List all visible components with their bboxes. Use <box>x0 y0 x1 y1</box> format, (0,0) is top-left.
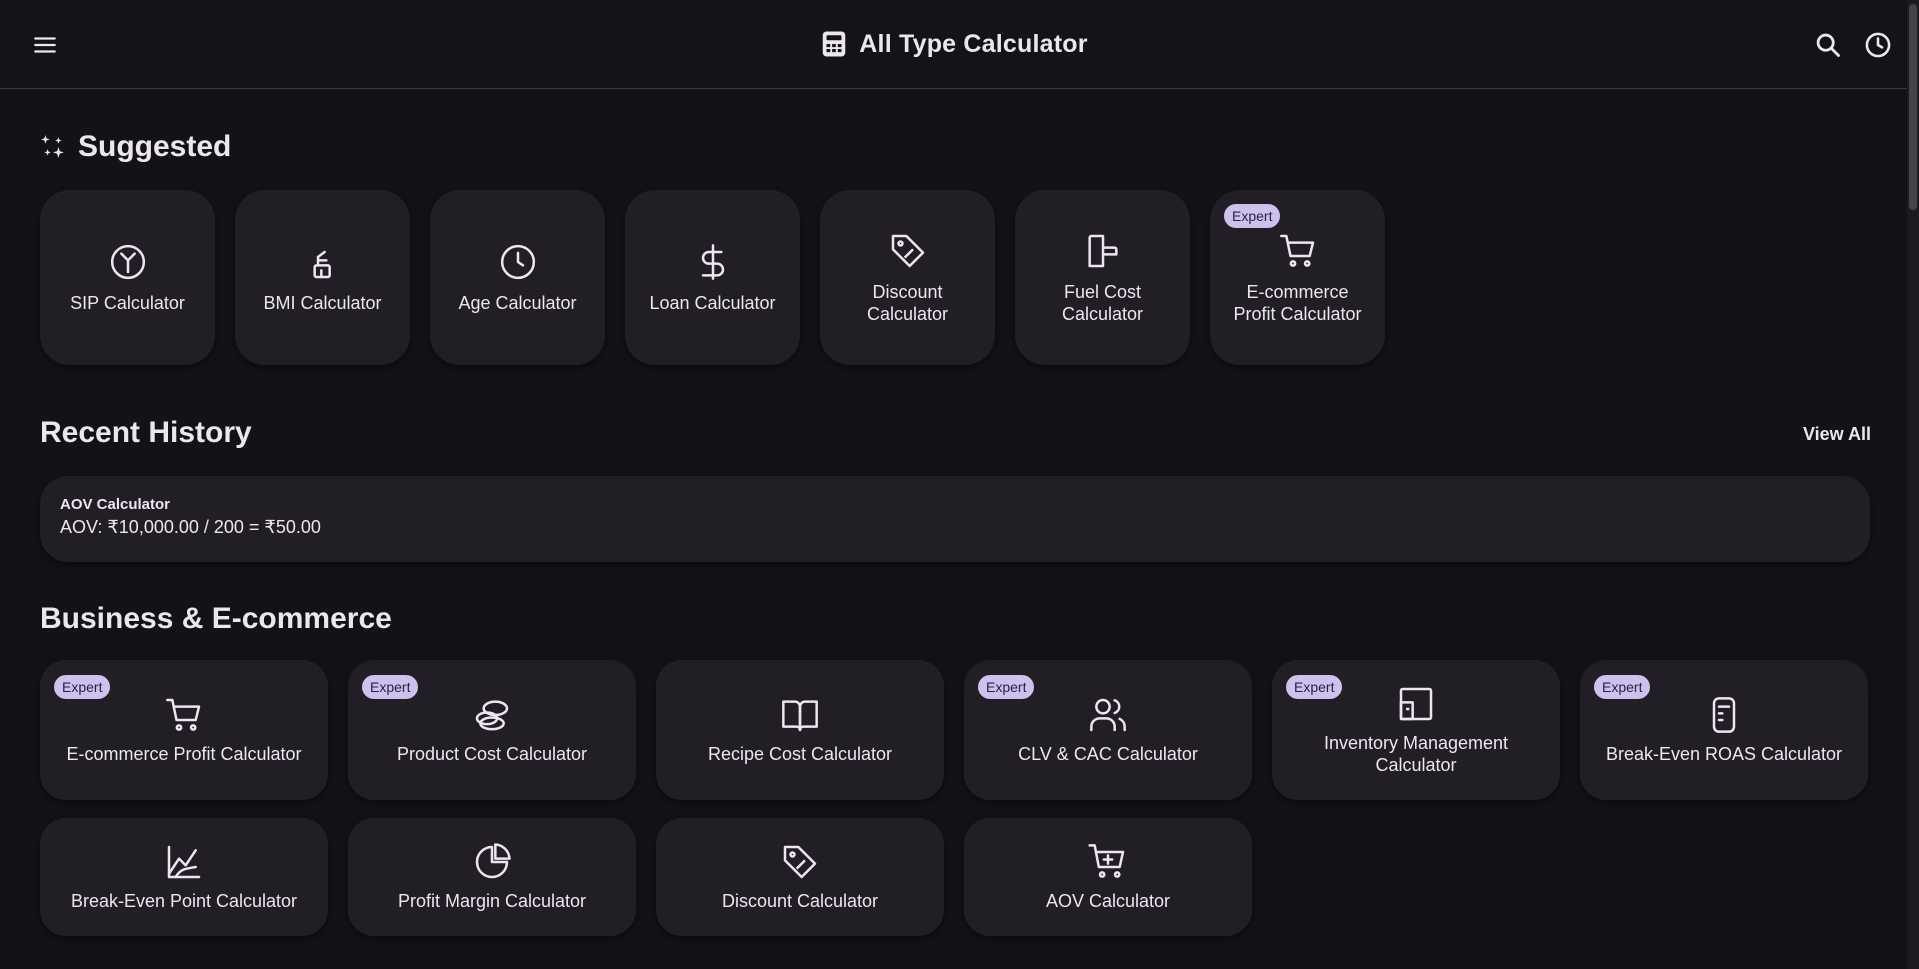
sip-icon <box>110 244 145 279</box>
history-item[interactable]: AOV Calculator AOV: ₹10,000.00 / 200 = ₹… <box>40 476 1870 562</box>
recent-history-section-title: Recent History <box>40 416 252 450</box>
card-label: E-commerce Profit Calculator <box>66 744 302 764</box>
recent-history-title: Recent History <box>40 416 252 449</box>
card-label: Inventory Management Calculator <box>1323 733 1509 775</box>
card-label: Product Cost Calculator <box>396 744 588 764</box>
fuel-icon <box>1087 234 1118 267</box>
business-card-break-even-roas[interactable]: Expert Break-Even ROAS Calculator <box>1580 660 1868 800</box>
search-icon <box>1816 33 1840 57</box>
search-button[interactable] <box>1809 26 1847 64</box>
view-all-link[interactable]: View All <box>1803 424 1871 445</box>
business-card-ecommerce-profit[interactable]: Expert E-commerce Profit Calculator <box>40 660 328 800</box>
business-card-discount[interactable]: Discount Calculator <box>656 818 944 936</box>
business-card-break-even-point[interactable]: Break-Even Point Calculator <box>40 818 328 936</box>
suggested-title: Suggested <box>78 130 232 163</box>
tag-icon <box>783 845 817 879</box>
card-label: SIP Calculator <box>70 292 185 313</box>
expert-badge: Expert <box>978 675 1035 699</box>
history-item-name: AOV Calculator <box>60 496 171 513</box>
page-scrollbar[interactable] <box>1907 0 1919 969</box>
expert-badge: Expert <box>1594 675 1651 699</box>
card-label: Break-Even ROAS Calculator <box>1605 744 1843 764</box>
card-label: Discount Calculator <box>721 891 879 911</box>
card-label: Break-Even Point Calculator <box>70 891 298 911</box>
pie-chart-icon <box>475 843 511 879</box>
calculator-logo-icon <box>823 31 846 57</box>
dollar-icon <box>701 243 724 280</box>
app-title-group: All Type Calculator <box>0 26 1907 62</box>
cart-icon <box>166 698 201 731</box>
cart-plus-icon <box>1088 844 1125 878</box>
card-label: BMI Calculator <box>263 292 382 313</box>
top-app-bar: All Type Calculator <box>0 0 1907 89</box>
expert-badge: Expert <box>1286 675 1343 699</box>
app-root: All Type Calculator Suggested SIP Calcul… <box>0 0 1919 969</box>
card-label: Fuel Cost Calculator <box>1061 281 1144 324</box>
business-card-product-cost[interactable]: Expert Product Cost Calculator <box>348 660 636 800</box>
cart-icon <box>1279 234 1314 267</box>
suggested-card-fuel-cost[interactable]: Fuel Cost Calculator <box>1015 190 1190 365</box>
sparkle-icon <box>41 135 64 158</box>
suggested-card-loan[interactable]: Loan Calculator <box>625 190 800 365</box>
business-card-inventory-management[interactable]: Expert Inventory Management Calculator <box>1272 660 1560 800</box>
card-label: E-commerce Profit Calculator <box>1233 281 1362 324</box>
business-title: Business & E-commerce <box>40 602 392 635</box>
chart-line-icon <box>167 845 201 879</box>
suggested-card-age[interactable]: Age Calculator <box>430 190 605 365</box>
clock-icon <box>500 244 535 279</box>
business-card-aov[interactable]: AOV Calculator <box>964 818 1252 936</box>
suggested-row: SIP Calculator BMI Calculator Age Calcul… <box>40 190 1385 365</box>
business-grid: Expert E-commerce Profit Calculator Expe… <box>40 660 1868 936</box>
tag-icon <box>891 234 924 267</box>
card-label: AOV Calculator <box>1045 891 1171 911</box>
suggested-section-title: Suggested <box>40 130 231 164</box>
expert-badge: Expert <box>54 675 111 699</box>
history-item-result: AOV: ₹10,000.00 / 200 = ₹50.00 <box>60 517 321 537</box>
business-section-title: Business & E-commerce <box>40 602 392 636</box>
coins-icon <box>475 700 509 731</box>
card-label: CLV & CAC Calculator <box>1018 744 1198 764</box>
card-label: Recipe Cost Calculator <box>707 744 893 764</box>
card-label: Discount Calculator <box>866 281 949 324</box>
expert-badge: Expert <box>362 675 419 699</box>
suggested-card-sip[interactable]: SIP Calculator <box>40 190 215 365</box>
expert-badge: Expert <box>1224 204 1281 228</box>
inventory-icon <box>1399 687 1433 721</box>
suggested-card-discount[interactable]: Discount Calculator <box>820 190 995 365</box>
card-label: Profit Margin Calculator <box>397 891 587 911</box>
header-actions <box>1809 26 1897 64</box>
suggested-card-bmi[interactable]: BMI Calculator <box>235 190 410 365</box>
scrollbar-thumb[interactable] <box>1909 4 1917 210</box>
suggested-card-ecommerce-profit[interactable]: Expert E-commerce Profit Calculator <box>1210 190 1385 365</box>
app-title: All Type Calculator <box>859 29 1088 58</box>
users-icon <box>1090 698 1126 732</box>
business-card-recipe-cost[interactable]: Recipe Cost Calculator <box>656 660 944 800</box>
history-clock-icon <box>1865 32 1891 58</box>
card-label: Age Calculator <box>458 292 577 313</box>
book-icon <box>782 700 818 732</box>
card-label: Loan Calculator <box>649 292 776 313</box>
history-button[interactable] <box>1859 26 1897 64</box>
business-card-profit-margin[interactable]: Profit Margin Calculator <box>348 818 636 936</box>
business-card-clv-cac[interactable]: Expert CLV & CAC Calculator <box>964 660 1252 800</box>
receipt-icon <box>1712 697 1736 733</box>
bmi-icon <box>312 250 331 278</box>
